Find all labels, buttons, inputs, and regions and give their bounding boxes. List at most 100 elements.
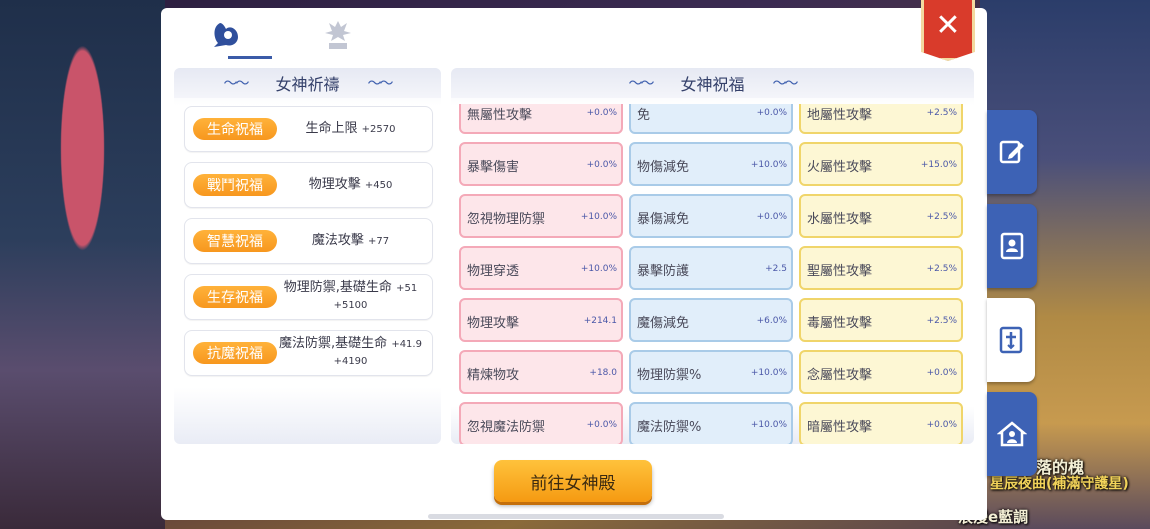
close-icon: ✕	[935, 7, 961, 43]
blessing-cell: 物理攻擊 +214.1	[459, 298, 623, 342]
prayer-item: 戰鬥祝福 物理攻擊 +450	[184, 162, 433, 208]
blessing-title: 女神祝福	[680, 75, 745, 94]
swoosh-icon: 〜〜	[223, 76, 249, 92]
side-tab-goddess-book[interactable]	[987, 298, 1035, 382]
blessing-value: +0.0%	[586, 420, 617, 430]
blessing-label: 毒屬性攻擊	[807, 316, 873, 331]
blessing-cell: 物傷減免 +10.0%	[629, 142, 793, 186]
prayer-value: 魔法防禦,基礎生命 +41.9 +4190	[277, 336, 424, 370]
blessing-section: 〜〜 女神祝福 〜〜 無屬性攻擊 +0.0% 免 +0.0% 地屬性攻擊 +2.5% 暴擊傷…	[451, 68, 974, 444]
edit-icon	[999, 140, 1024, 164]
top-tabs	[170, 12, 374, 59]
prayer-item: 生命祝福 生命上限 +2570	[184, 106, 433, 152]
blessing-value: +0.0%	[756, 108, 787, 118]
blessing-cell: 精煉物攻 +18.0	[459, 350, 623, 394]
blessing-value: +10.0%	[580, 264, 617, 274]
prayer-amount: +51	[396, 283, 418, 294]
go-to-temple-button[interactable]: 前往女神殿	[494, 460, 652, 502]
prayer-value: 物理防禦,基礎生命 +51 +5100	[277, 280, 424, 314]
prayer-tag[interactable]: 戰鬥祝福	[193, 174, 277, 196]
blessing-cell: 暴擊傷害 +0.0%	[459, 142, 623, 186]
blessing-label: 水屬性攻擊	[807, 212, 873, 227]
prayer-stat: 魔法防禦,基礎生命	[279, 336, 388, 351]
background-left	[0, 0, 165, 529]
swoosh-icon: 〜〜	[628, 76, 654, 92]
blessing-label: 忽視魔法防禦	[467, 420, 546, 435]
blessing-label: 物理穿透	[467, 264, 520, 279]
tab-goddess[interactable]	[190, 13, 272, 59]
blessing-label: 無屬性攻擊	[467, 108, 533, 123]
blessing-label: 魔法防禦%	[637, 420, 702, 435]
prayer-header: 〜〜 女神祈禱 〜〜	[174, 68, 441, 98]
guild-house-icon	[997, 421, 1027, 447]
blessing-value: +0.0%	[926, 368, 957, 378]
blessing-cell: 暴擊防護 +2.5	[629, 246, 793, 290]
blessing-cell: 毒屬性攻擊 +2.5%	[799, 298, 963, 342]
close-button[interactable]: ✕	[921, 0, 975, 61]
swoosh-icon: 〜〜	[772, 76, 799, 92]
blessing-cell: 物理防禦% +10.0%	[629, 350, 793, 394]
blessing-value: +10.0%	[750, 160, 787, 170]
prayer-tag[interactable]: 生存祝福	[193, 286, 277, 308]
blessing-value: +2.5%	[926, 212, 957, 222]
blessing-cell: 忽視物理防禦 +10.0%	[459, 194, 623, 238]
prayer-stat: 魔法攻擊	[311, 232, 364, 248]
side-tabs	[987, 110, 1037, 486]
blessing-label: 物傷減免	[637, 160, 690, 175]
blessing-value: +18.0	[589, 368, 617, 378]
side-tab-edit[interactable]	[987, 110, 1037, 194]
blessing-label: 免	[637, 108, 651, 123]
side-tab-guild-house[interactable]	[987, 392, 1037, 476]
blessing-value: +0.0%	[756, 212, 787, 222]
prayer-item: 生存祝福 物理防禦,基礎生命 +51 +5100	[184, 274, 433, 320]
blessing-label: 念屬性攻擊	[807, 368, 873, 383]
prayer-section: 〜〜 女神祈禱 〜〜 生命祝福 生命上限 +2570 戰鬥祝福 物理攻擊 +450 智慧…	[174, 68, 441, 444]
prayer-amount: +450	[364, 179, 393, 191]
prayer-extra: +4190	[333, 356, 368, 367]
blessing-value: +0.0%	[586, 160, 617, 170]
blessing-label: 暗屬性攻擊	[807, 420, 873, 435]
blessing-value: +10.0%	[580, 212, 617, 222]
blessing-value: +10.0%	[750, 420, 787, 430]
blessing-label: 暴傷減免	[637, 212, 690, 227]
prayer-list: 生命祝福 生命上限 +2570 戰鬥祝福 物理攻擊 +450 智慧祝福 魔法攻擊 +77 生…	[174, 98, 441, 376]
blessing-cell: 物理穿透 +10.0%	[459, 246, 623, 290]
blessing-header: 〜〜 女神祝福 〜〜	[451, 68, 974, 98]
blessing-cell: 無屬性攻擊 +0.0%	[459, 104, 623, 134]
blessing-cell: 地屬性攻擊 +2.5%	[799, 104, 963, 134]
tab-statue[interactable]	[302, 13, 374, 57]
side-tab-contacts[interactable]	[987, 204, 1037, 288]
prayer-value: 生命上限 +2570	[277, 121, 424, 138]
goddess-book-icon	[999, 326, 1023, 354]
prayer-stat: 生命上限	[305, 120, 358, 136]
blessing-label: 火屬性攻擊	[807, 160, 873, 175]
prayer-tag[interactable]: 抗魔祝福	[193, 342, 277, 364]
blessing-value: +0.0%	[586, 108, 617, 118]
blessing-cell: 念屬性攻擊 +0.0%	[799, 350, 963, 394]
blessing-label: 物理防禦%	[637, 368, 702, 383]
blessing-label: 魔傷減免	[637, 316, 690, 331]
prayer-value: 魔法攻擊 +77	[277, 233, 424, 250]
prayer-amount: +2570	[361, 123, 396, 135]
goddess-icon	[214, 23, 238, 47]
blessing-label: 忽視物理防禦	[467, 212, 546, 227]
blessing-cell: 火屬性攻擊 +15.0%	[799, 142, 963, 186]
prayer-title: 女神祈禱	[275, 75, 340, 94]
prayer-tag[interactable]: 智慧祝福	[193, 230, 277, 252]
blessing-value: +0.0%	[926, 420, 957, 430]
blessing-cell: 魔法防禦% +10.0%	[629, 402, 793, 444]
blessing-scroll-area[interactable]: 無屬性攻擊 +0.0% 免 +0.0% 地屬性攻擊 +2.5% 暴擊傷害 +0.0% 物傷減免 +…	[451, 104, 974, 444]
prayer-amount: +41.9	[391, 339, 422, 350]
swoosh-icon: 〜〜	[367, 76, 394, 92]
scrollbar[interactable]	[428, 514, 724, 519]
blessing-cell: 聖屬性攻擊 +2.5%	[799, 246, 963, 290]
blessing-grid: 無屬性攻擊 +0.0% 免 +0.0% 地屬性攻擊 +2.5% 暴擊傷害 +0.0% 物傷減免 +…	[459, 104, 963, 444]
blessing-cell: 暴傷減免 +0.0%	[629, 194, 793, 238]
blessing-value: +2.5%	[926, 108, 957, 118]
blessing-label: 物理攻擊	[467, 316, 520, 331]
blessing-label: 地屬性攻擊	[807, 108, 873, 123]
prayer-amount: +77	[368, 235, 390, 247]
blessing-cell: 水屬性攻擊 +2.5%	[799, 194, 963, 238]
prayer-tag[interactable]: 生命祝福	[193, 118, 277, 140]
blessing-value: +6.0%	[756, 316, 787, 326]
